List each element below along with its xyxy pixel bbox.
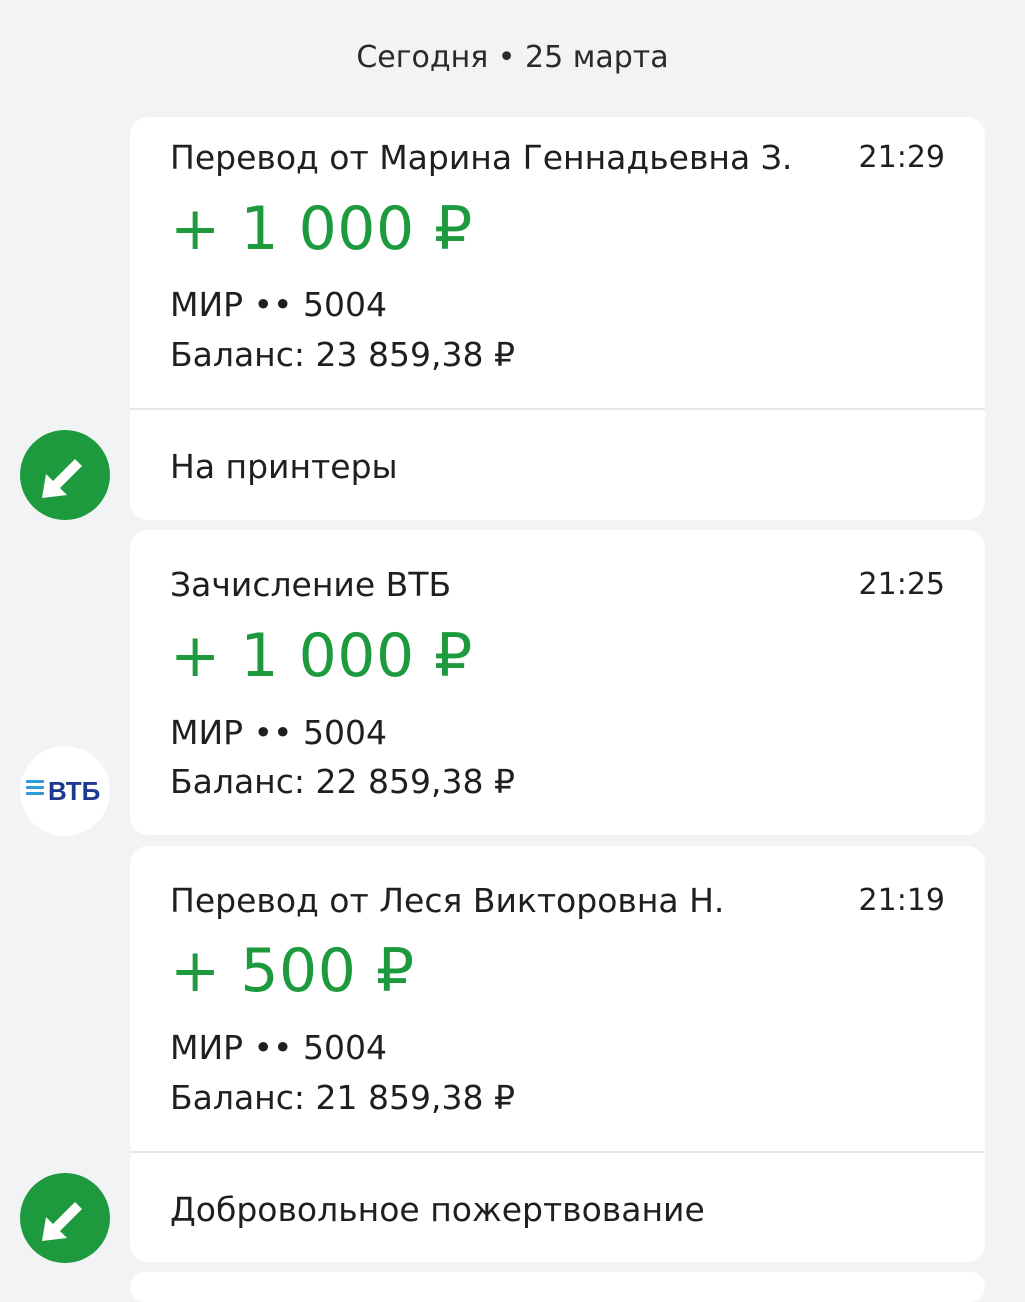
transaction-title: Перевод от Леся Викторовна Н. (170, 881, 725, 920)
vtb-logo: ВТБ (20, 746, 110, 836)
card-number: МИР •• 5004 (170, 285, 387, 324)
incoming-arrow-icon (20, 430, 110, 520)
transaction-title: Перевод от Марина Геннадьевна З. (170, 138, 793, 177)
card-number: МИР •• 5004 (170, 713, 387, 752)
incoming-arrow-icon (20, 1173, 110, 1263)
vtb-lines-icon (26, 780, 44, 798)
transaction-note: На принтеры (170, 447, 398, 486)
transaction-title: Зачисление ВТБ (170, 565, 452, 604)
transaction-card[interactable]: Зачисление ВТБ 21:25 + 1 000 ₽ МИР •• 50… (130, 530, 985, 835)
transaction-card[interactable]: Перевод от Марина Геннадьевна З. 21:29 +… (130, 117, 985, 520)
card-number: МИР •• 5004 (170, 1028, 387, 1067)
balance: Баланс: 21 859,38 ₽ (170, 1078, 515, 1117)
transaction-amount: + 500 ₽ (170, 936, 415, 1006)
transaction-time: 21:29 (858, 140, 945, 175)
transaction-amount: + 1 000 ₽ (170, 621, 473, 691)
transaction-amount: + 1 000 ₽ (170, 194, 473, 264)
transaction-time: 21:25 (858, 567, 945, 602)
next-transaction-card-edge (130, 1272, 985, 1302)
divider (130, 1151, 985, 1153)
divider (130, 408, 985, 410)
transaction-card[interactable]: Перевод от Леся Викторовна Н. 21:19 + 50… (130, 846, 985, 1262)
date-header: Сегодня • 25 марта (356, 40, 669, 75)
balance: Баланс: 22 859,38 ₽ (170, 762, 515, 801)
balance: Баланс: 23 859,38 ₽ (170, 335, 515, 374)
transaction-time: 21:19 (858, 883, 945, 918)
vtb-logo-text: ВТБ (48, 776, 101, 806)
transaction-note: Добровольное пожертвование (170, 1190, 705, 1229)
